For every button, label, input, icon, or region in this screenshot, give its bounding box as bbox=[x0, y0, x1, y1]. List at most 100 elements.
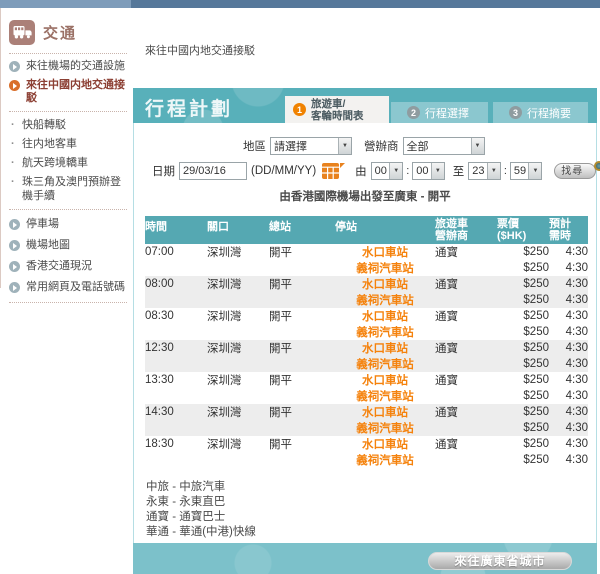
region-select[interactable]: 請選擇 ▼ bbox=[270, 137, 352, 155]
cell-operator bbox=[435, 420, 497, 436]
divider bbox=[9, 53, 127, 54]
cell-operator bbox=[435, 356, 497, 372]
sidebar: 交通 來往機場的交通設施 來往中國内地交通接駁 快船轉駁 往内地客車 航天跨境轎… bbox=[0, 8, 131, 288]
date-input[interactable] bbox=[179, 162, 247, 180]
cell-port bbox=[207, 292, 269, 308]
to-minute-select[interactable]: 59 ▼ bbox=[510, 162, 543, 180]
sidebar-item-useful-links-phones[interactable]: 常用網頁及電話號碼 bbox=[9, 281, 127, 294]
schedule-row: 07:00深圳灣開平水口車站通寶$2504:30 bbox=[145, 244, 588, 260]
tab-label: 行程選擇 bbox=[425, 105, 469, 121]
sidebar-item-prd-macau-checkin[interactable]: 珠三角及澳門預辦登機手續 bbox=[9, 175, 121, 203]
cell-terminus bbox=[269, 260, 335, 276]
stop-link[interactable]: 義祠汽車站 bbox=[356, 455, 414, 467]
stop-link[interactable]: 義祠汽車站 bbox=[356, 359, 414, 371]
calendar-icon[interactable] bbox=[322, 163, 345, 179]
tab-itinerary-summary[interactable]: 3 行程摘要 bbox=[493, 102, 588, 123]
cell-time: 12:30 bbox=[145, 340, 207, 356]
tab-coach-ferry-timetable[interactable]: 1 旅遊車/ 客輪時間表 bbox=[285, 96, 389, 123]
cell-terminus: 開平 bbox=[269, 308, 335, 324]
cell-port bbox=[207, 420, 269, 436]
cell-time bbox=[145, 324, 207, 340]
sidebar-item-mainland-china-transport[interactable]: 來往中國内地交通接駁 bbox=[9, 79, 127, 105]
panel-content: 地區 請選擇 ▼ 營辦商 全部 ▼ 日期 (DD/MM/YY) bbox=[133, 123, 597, 543]
sidebar-item-label: 常用網頁及電話號碼 bbox=[26, 281, 125, 294]
filter-row-date-time: 日期 (DD/MM/YY) 由 bbox=[134, 155, 596, 180]
schedule-row: 08:30深圳灣開平水口車站通寶$2504:30 bbox=[145, 308, 588, 324]
stop-link[interactable]: 義祠汽車站 bbox=[356, 391, 414, 403]
cell-dur: 4:30 bbox=[549, 244, 588, 260]
cell-terminus: 開平 bbox=[269, 340, 335, 356]
cell-price: $250 bbox=[497, 340, 549, 356]
stop-link[interactable]: 水口車站 bbox=[362, 375, 408, 387]
cell-operator bbox=[435, 388, 497, 404]
sidebar-item-mainland-coaches[interactable]: 往内地客車 bbox=[9, 137, 121, 151]
tab-label: 旅遊車/ 客輪時間表 bbox=[311, 98, 364, 122]
cell-price: $250 bbox=[497, 276, 549, 292]
stop-link[interactable]: 水口車站 bbox=[362, 343, 408, 355]
guangdong-cities-button[interactable]: 來往廣東省城市 bbox=[428, 552, 572, 570]
from-hour-select[interactable]: 00 ▼ bbox=[371, 162, 404, 180]
stop-link[interactable]: 水口車站 bbox=[362, 311, 408, 323]
stop-link[interactable]: 水口車站 bbox=[362, 439, 408, 451]
stop-link[interactable]: 水口車站 bbox=[362, 247, 408, 259]
cell-operator bbox=[435, 292, 497, 308]
chevron-down-icon: ▼ bbox=[528, 163, 541, 179]
from-minute-select[interactable]: 00 ▼ bbox=[412, 162, 445, 180]
stop-link[interactable]: 義祠汽車站 bbox=[356, 263, 414, 275]
cell-terminus: 開平 bbox=[269, 404, 335, 420]
cell-dur: 4:30 bbox=[549, 260, 588, 276]
schedule-row: 義祠汽車站$2504:30 bbox=[145, 260, 588, 276]
tab-itinerary-selection[interactable]: 2 行程選擇 bbox=[391, 102, 488, 123]
operator-select[interactable]: 全部 ▼ bbox=[403, 137, 485, 155]
to-hour-select[interactable]: 23 ▼ bbox=[468, 162, 501, 180]
cell-time: 08:00 bbox=[145, 276, 207, 292]
sidebar-item-cross-boundary-limousine[interactable]: 航天跨境轎車 bbox=[9, 156, 121, 170]
time-separator: : bbox=[406, 165, 409, 177]
search-button[interactable]: 找尋 bbox=[554, 163, 596, 179]
schedule-row: 08:00深圳灣開平水口車站通寶$2504:30 bbox=[145, 276, 588, 292]
stop-link[interactable]: 義祠汽車站 bbox=[356, 423, 414, 435]
cell-dur: 4:30 bbox=[549, 372, 588, 388]
cell-price: $250 bbox=[497, 404, 549, 420]
sidebar-item-car-parks[interactable]: 停車場 bbox=[9, 218, 127, 231]
cell-stop: 水口車站 bbox=[335, 244, 435, 260]
cell-price: $250 bbox=[497, 420, 549, 436]
cell-operator: 通寶 bbox=[435, 404, 497, 420]
schedule-row: 14:30深圳灣開平水口車站通寶$2504:30 bbox=[145, 404, 588, 420]
cell-terminus: 開平 bbox=[269, 436, 335, 452]
sidebar-item-airport-transport-facilities[interactable]: 來往機場的交通設施 bbox=[9, 60, 127, 73]
cell-time: 18:30 bbox=[145, 436, 207, 452]
sidebar-item-airport-maps[interactable]: 機場地圖 bbox=[9, 239, 127, 252]
operator-legend-line: 華通 - 華通(中港)快線 bbox=[146, 525, 596, 540]
sidebar-item-ferry-transfer[interactable]: 快船轉駁 bbox=[9, 118, 121, 132]
operator-legend: 中旅 - 中旅汽車 永東 - 永東直巴 通寶 - 通寶巴士 華通 - 華通(中港… bbox=[146, 480, 596, 540]
cell-price: $250 bbox=[497, 388, 549, 404]
panel-footer-band: 來往廣東省城市 bbox=[133, 543, 597, 574]
sidebar-sub-nav: 快船轉駁 往内地客車 航天跨境轎車 珠三角及澳門預辦登機手續 bbox=[9, 118, 127, 203]
cell-port: 深圳灣 bbox=[207, 436, 269, 452]
cell-operator bbox=[435, 260, 497, 276]
cell-price: $250 bbox=[497, 244, 549, 260]
stop-link[interactable]: 義祠汽車站 bbox=[356, 327, 414, 339]
cell-stop: 水口車站 bbox=[335, 436, 435, 452]
cell-port: 深圳灣 bbox=[207, 404, 269, 420]
cell-price: $250 bbox=[497, 356, 549, 372]
bus-icon bbox=[9, 20, 35, 45]
cell-stop: 義祠汽車站 bbox=[335, 356, 435, 372]
cell-operator: 通寶 bbox=[435, 244, 497, 260]
divider bbox=[9, 302, 127, 303]
stop-link[interactable]: 水口車站 bbox=[362, 407, 408, 419]
stop-link[interactable]: 義祠汽車站 bbox=[356, 295, 414, 307]
cell-terminus: 開平 bbox=[269, 372, 335, 388]
stop-link[interactable]: 水口車站 bbox=[362, 279, 408, 291]
cell-port: 深圳灣 bbox=[207, 244, 269, 260]
cell-time bbox=[145, 452, 207, 468]
panel-title: 行程計劃 bbox=[145, 94, 233, 121]
cell-price: $250 bbox=[497, 436, 549, 452]
arrow-bullet-icon bbox=[9, 240, 20, 251]
sidebar-item-hk-traffic-conditions[interactable]: 香港交通現況 bbox=[9, 260, 127, 273]
divider bbox=[9, 209, 127, 210]
cell-dur: 4:30 bbox=[549, 340, 588, 356]
cell-port: 深圳灣 bbox=[207, 276, 269, 292]
tab-label: 行程摘要 bbox=[527, 105, 571, 121]
